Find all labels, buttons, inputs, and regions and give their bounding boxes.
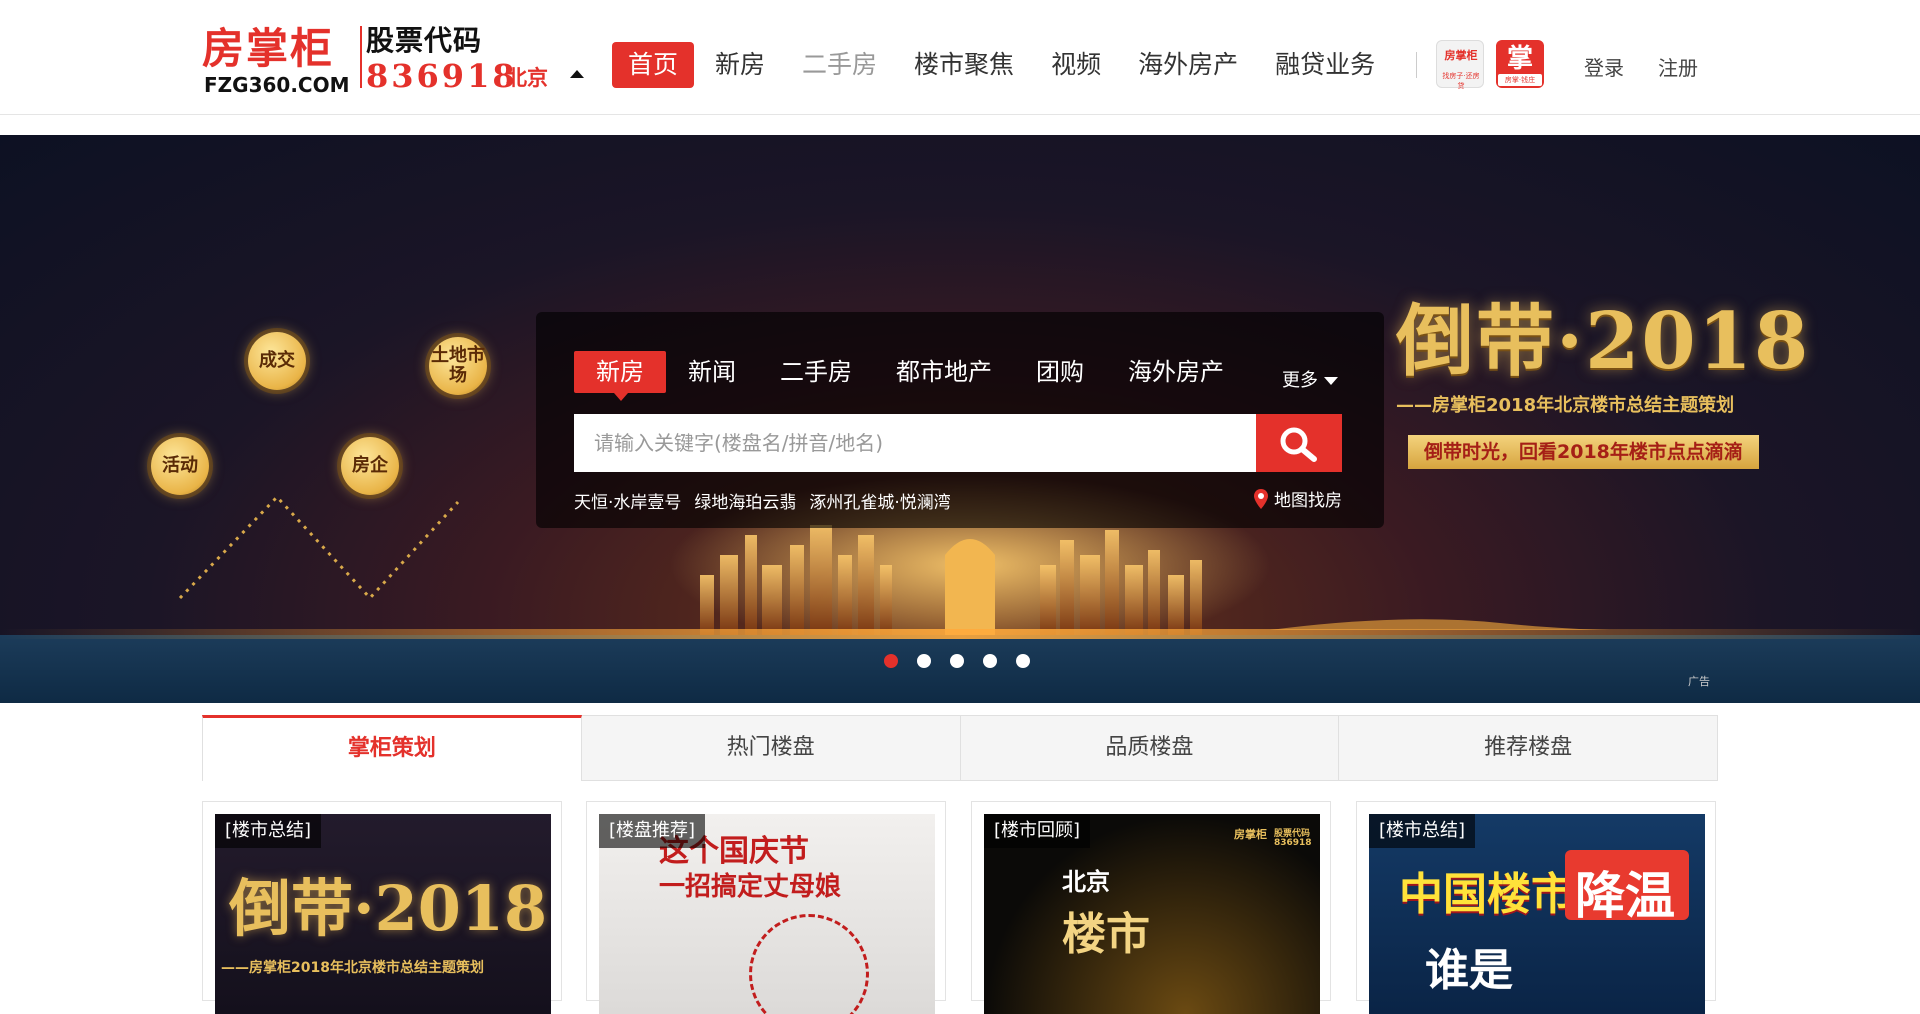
nav-item-resale[interactable]: 二手房 xyxy=(786,42,893,88)
card-subcaption: 楼市 xyxy=(1062,909,1150,960)
carousel-dots xyxy=(884,654,1049,668)
nav-item-new-homes[interactable]: 新房 xyxy=(699,42,781,88)
more-label: 更多 xyxy=(1282,370,1318,391)
tab-planning[interactable]: 掌柜策划 xyxy=(202,715,582,781)
logo-divider xyxy=(360,26,362,88)
ad-label: 广告 xyxy=(1688,675,1710,688)
node-deals: 成交 xyxy=(248,332,306,390)
map-link-label: 地图找房 xyxy=(1274,491,1342,511)
map-search-link[interactable]: 地图找房 xyxy=(1254,486,1342,511)
hot-keyword[interactable]: 天恒·水岸壹号 xyxy=(574,488,681,513)
card-line2: 谁是 xyxy=(1425,945,1513,996)
caret-up-icon[interactable] xyxy=(570,70,584,78)
app-icon-sub: 找房子·还房贷 xyxy=(1442,72,1480,90)
carousel-dot[interactable] xyxy=(1016,654,1030,668)
stock-info: 股票代码 836918 xyxy=(366,24,518,94)
app-zhang-icon[interactable]: 掌 房掌·钱庄 xyxy=(1496,40,1544,88)
card-subcaption: 一招搞定丈母娘 xyxy=(659,872,842,902)
stock-code: 836918 xyxy=(366,57,518,95)
promo-badge: 倒带时光，回看2018年楼市点点滴滴 xyxy=(1408,435,1759,469)
app-icon-title: 掌 xyxy=(1506,44,1533,74)
main-nav: 首页 新房 二手房 楼市聚焦 视频 海外房产 融贷业务 xyxy=(612,42,1396,88)
decor-circle xyxy=(749,914,869,1014)
caret-down-icon xyxy=(1324,377,1338,385)
app-icon-title: 房掌柜 xyxy=(1444,49,1478,62)
card-caption: 倒带·2018 xyxy=(229,872,548,945)
promo-title: 倒带·2018 xyxy=(1396,296,1811,387)
logo-text-en: FZG360.COM xyxy=(204,73,350,97)
register-link[interactable]: 注册 xyxy=(1658,52,1698,81)
card-tag: [楼市回顾] xyxy=(984,814,1091,848)
city-selector[interactable]: 北京 xyxy=(506,62,548,92)
carousel-dot[interactable] xyxy=(884,654,898,668)
horizon-glow xyxy=(0,629,1920,639)
carousel-dot[interactable] xyxy=(983,654,997,668)
card-image: 倒带·2018 ——房掌柜2018年北京楼市总结主题策划 [楼市总结] xyxy=(215,814,551,1014)
login-link[interactable]: 登录 xyxy=(1584,52,1624,81)
search-tab-news[interactable]: 新闻 xyxy=(666,351,758,393)
search-panel: 新房 新闻 二手房 都市地产 团购 海外房产 更多 天恒·水岸壹号 绿地海珀云翡… xyxy=(536,312,1384,528)
nav-item-video[interactable]: 视频 xyxy=(1035,42,1117,88)
carousel-dot[interactable] xyxy=(917,654,931,668)
card-caption: 中国楼市 xyxy=(1399,869,1575,920)
tab-quality-projects[interactable]: 品质楼盘 xyxy=(960,715,1340,781)
nav-item-finance[interactable]: 融贷业务 xyxy=(1259,42,1391,88)
card-logo: 房掌柜 xyxy=(1234,828,1267,841)
more-tabs-toggle[interactable]: 更多 xyxy=(1282,366,1338,392)
card-tag: [楼盘推荐] xyxy=(599,814,706,848)
search-tabs: 新房 新闻 二手房 都市地产 团购 海外房产 xyxy=(574,350,1246,401)
tab-hot-projects[interactable]: 热门楼盘 xyxy=(581,715,961,781)
search-icon xyxy=(1280,427,1317,462)
map-pin-icon xyxy=(1254,488,1268,509)
hero-banner[interactable]: 成交 土地市场 活动 房企 新房 新闻 二手房 都市地产 团购 海外房产 更多 … xyxy=(0,135,1920,703)
carousel-dot[interactable] xyxy=(950,654,964,668)
nav-divider xyxy=(1416,52,1417,78)
nav-item-home[interactable]: 首页 xyxy=(612,42,695,88)
card-tag: [楼市总结] xyxy=(215,814,322,848)
search-input[interactable] xyxy=(574,414,1260,472)
article-card[interactable]: 房掌柜 股票代码 836918 北京 楼市 [楼市回顾] xyxy=(971,801,1331,1014)
search-button[interactable] xyxy=(1256,414,1342,472)
hot-keyword[interactable]: 绿地海珀云翡 xyxy=(694,488,796,513)
search-tab-resale[interactable]: 二手房 xyxy=(758,351,874,393)
article-card[interactable]: 这个国庆节 一招搞定丈母娘 [楼盘推荐] xyxy=(586,801,946,1014)
promo-subtitle: ——房掌柜2018年北京楼市总结主题策划 xyxy=(1396,395,1735,416)
article-card[interactable]: 中国楼市 降温 谁是 [楼市总结] xyxy=(1356,801,1716,1014)
nav-item-overseas[interactable]: 海外房产 xyxy=(1122,42,1254,88)
node-events: 活动 xyxy=(151,437,209,495)
card-subcaption: 降温 xyxy=(1575,867,1675,925)
card-caption: 北京 xyxy=(1062,867,1110,896)
node-developers: 房企 xyxy=(341,437,399,495)
search-tab-group-buy[interactable]: 团购 xyxy=(1014,351,1106,393)
card-image: 中国楼市 降温 谁是 [楼市总结] xyxy=(1369,814,1705,1014)
content-tabs: 掌柜策划 热门楼盘 品质楼盘 推荐楼盘 xyxy=(202,715,1718,781)
tab-recommended[interactable]: 推荐楼盘 xyxy=(1339,715,1718,781)
app-icon-sub: 房掌·钱庄 xyxy=(1498,74,1542,86)
card-subcaption: ——房掌柜2018年北京楼市总结主题策划 xyxy=(221,960,484,976)
hot-keywords: 天恒·水岸壹号 绿地海珀云翡 涿州孔雀城·悦澜湾 xyxy=(574,488,964,513)
article-card[interactable]: 倒带·2018 ——房掌柜2018年北京楼市总结主题策划 [楼市总结] xyxy=(202,801,562,1014)
logo-text-cn: 房掌柜 xyxy=(202,24,335,73)
promo-block[interactable]: 倒带·2018 ——房掌柜2018年北京楼市总结主题策划 倒带时光，回看2018… xyxy=(1396,299,1816,469)
node-land-market: 土地市场 xyxy=(429,337,487,395)
search-tab-new-homes[interactable]: 新房 xyxy=(574,351,666,401)
site-logo[interactable]: 房掌柜 FZG360.COM xyxy=(202,24,362,97)
water-reflection xyxy=(0,635,1920,703)
app-download-icon[interactable]: 房掌柜 找房子·还房贷 xyxy=(1436,40,1484,90)
card-tag: [楼市总结] xyxy=(1369,814,1476,848)
card-logo-code: 836918 xyxy=(1274,838,1312,848)
hot-keyword[interactable]: 涿州孔雀城·悦澜湾 xyxy=(809,488,950,513)
nav-item-market-focus[interactable]: 楼市聚焦 xyxy=(898,42,1030,88)
site-header: 房掌柜 FZG360.COM 股票代码 836918 北京 首页 新房 二手房 … xyxy=(0,0,1920,115)
search-tab-urban[interactable]: 都市地产 xyxy=(874,351,1014,393)
search-tab-overseas[interactable]: 海外房产 xyxy=(1106,351,1246,393)
card-image: 房掌柜 股票代码 836918 北京 楼市 [楼市回顾] xyxy=(984,814,1320,1014)
card-image: 这个国庆节 一招搞定丈母娘 [楼盘推荐] xyxy=(599,814,935,1014)
stock-label: 股票代码 xyxy=(366,24,483,57)
